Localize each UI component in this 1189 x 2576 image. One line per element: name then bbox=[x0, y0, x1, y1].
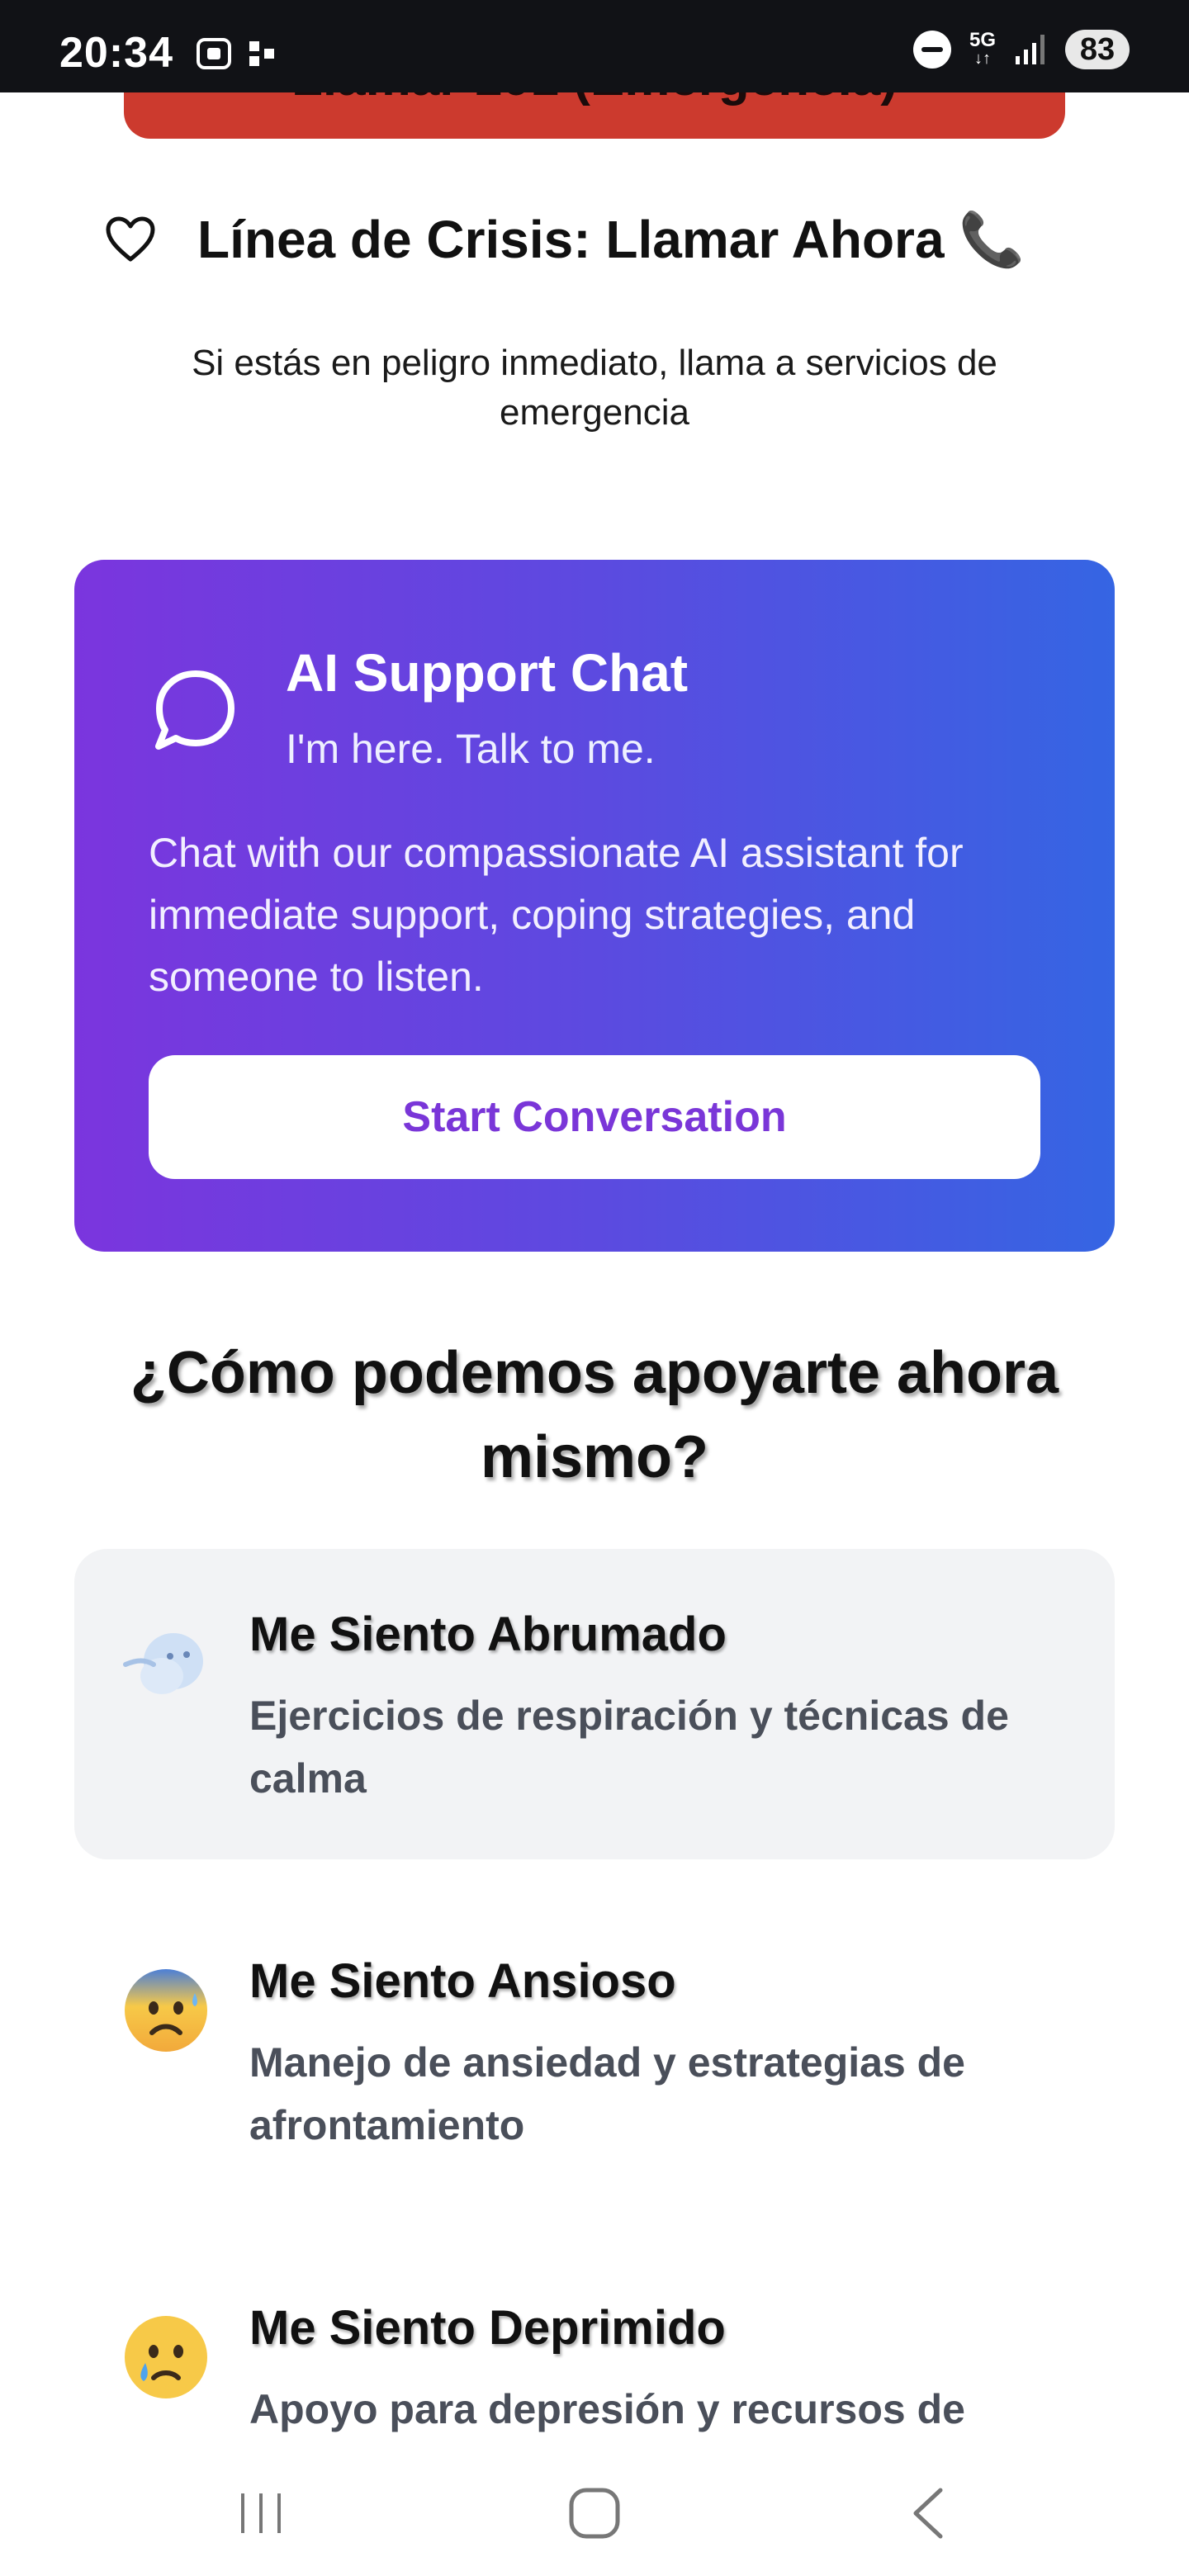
anxious-face-icon bbox=[125, 1969, 207, 2052]
option-description: Manejo de ansiedad y estrategias de afro… bbox=[249, 2039, 965, 2148]
network-label: 5G bbox=[969, 29, 996, 51]
crying-face-icon bbox=[125, 2316, 207, 2398]
status-notification-icons bbox=[195, 35, 276, 73]
home-icon bbox=[569, 2488, 620, 2539]
crisis-line-title: Línea de Crisis: Llamar Ahora 📞 bbox=[197, 209, 1026, 269]
ai-card-description: Chat with our compassionate AI assistant… bbox=[149, 830, 964, 1000]
status-system-icons: 5G ↓↑ 83 bbox=[912, 29, 1130, 69]
back-icon bbox=[913, 2488, 943, 2539]
option-anxious[interactable]: Me Siento Ansioso Manejo de ansiedad y e… bbox=[74, 1896, 1115, 2206]
cast-icon bbox=[249, 41, 274, 66]
wind-face-icon bbox=[123, 1633, 203, 1694]
recents-icon bbox=[241, 2493, 281, 2533]
back-button[interactable] bbox=[879, 2472, 978, 2555]
home-button[interactable] bbox=[545, 2472, 644, 2555]
network-type: 5G ↓↑ bbox=[969, 29, 996, 69]
option-overwhelmed[interactable]: Me Siento Abrumado Ejercicios de respira… bbox=[74, 1549, 1115, 1859]
chat-bubble-icon bbox=[155, 670, 234, 750]
signal-icon bbox=[1016, 35, 1045, 64]
ai-card-subtitle: I'm here. Talk to me. bbox=[286, 726, 656, 772]
start-conversation-button[interactable]: Start Conversation bbox=[149, 1055, 1040, 1179]
recents-button[interactable] bbox=[211, 2472, 310, 2555]
battery-indicator: 83 bbox=[1065, 30, 1130, 69]
system-navigation-bar bbox=[0, 2447, 1189, 2576]
option-title: Me Siento Ansioso bbox=[249, 1954, 676, 2008]
option-description: Apoyo para depresión y recursos de bbox=[249, 2386, 965, 2432]
option-title: Me Siento Abrumado bbox=[249, 1608, 727, 1661]
ai-support-card: AI Support Chat I'm here. Talk to me. Ch… bbox=[74, 560, 1115, 1252]
status-time: 20:34 bbox=[59, 29, 173, 77]
data-arrows-icon: ↓↑ bbox=[973, 50, 991, 68]
option-title: Me Siento Deprimido bbox=[249, 2301, 726, 2355]
crisis-line-subtitle: Si estás en peligro inmediato, llama a s… bbox=[192, 343, 997, 433]
status-bar: 20:34 5G ↓↑ 83 bbox=[0, 0, 1189, 92]
screenshot-icon bbox=[197, 38, 231, 69]
ai-card-title: AI Support Chat bbox=[286, 643, 689, 703]
support-heading: ¿Cómo podemos apoyarte ahora mismo? bbox=[130, 1340, 1059, 1490]
do-not-disturb-icon bbox=[912, 31, 951, 69]
option-description: Ejercicios de respiración y técnicas de … bbox=[249, 1693, 1009, 1802]
crisis-line-row[interactable]: Línea de Crisis: Llamar Ahora 📞 bbox=[0, 198, 1189, 281]
option-depressed[interactable]: Me Siento Deprimido Apoyo para depresión… bbox=[74, 2242, 1115, 2447]
